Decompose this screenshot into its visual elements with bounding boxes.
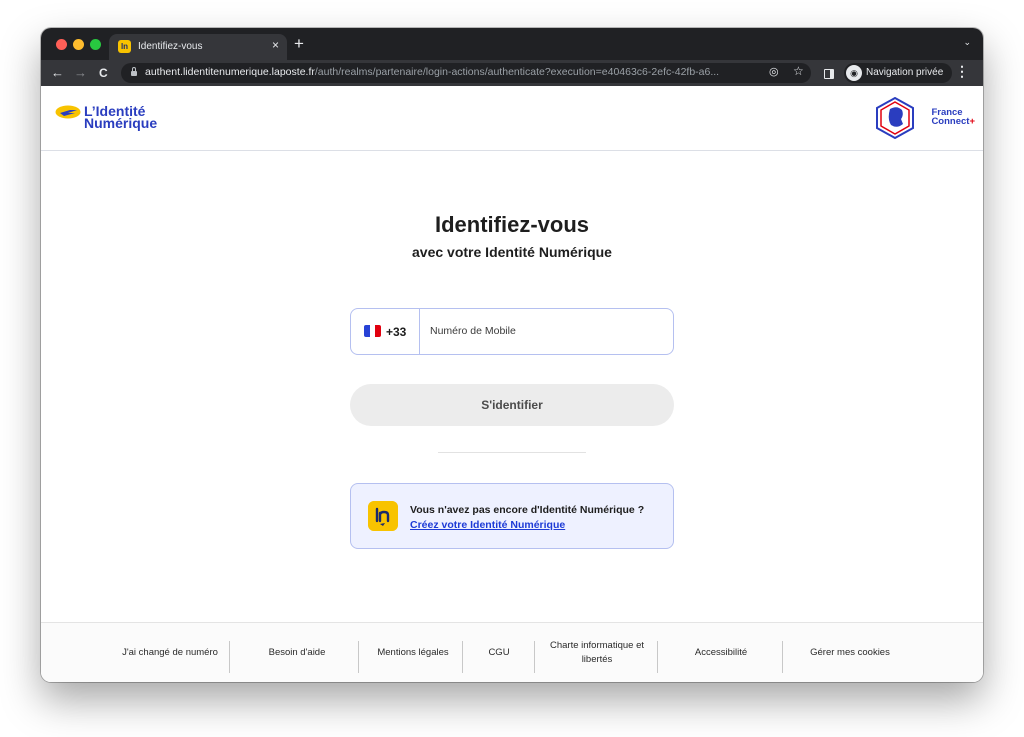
footer-link-changed-number[interactable]: J'ai changé de numéro [111, 623, 229, 682]
address-bar[interactable]: authent.lidentitenumerique.laposte.fr/au… [121, 63, 811, 83]
identite-numerique-app-icon [368, 501, 398, 531]
brand-name[interactable]: L’Identité Numérique [84, 104, 158, 131]
phone-field: +33 [350, 308, 674, 355]
url-text[interactable]: authent.lidentitenumerique.laposte.fr/au… [145, 66, 757, 78]
forward-arrow-icon[interactable]: → [74, 64, 87, 82]
maximize-window-button[interactable] [90, 39, 101, 50]
create-identity-link[interactable]: Créez votre Identité Numérique [410, 519, 565, 531]
web-page: L’Identité Numérique France Connect+ Ide… [41, 86, 983, 682]
footer-separator [229, 641, 230, 673]
side-panel-icon[interactable] [824, 69, 834, 79]
url-path: /auth/realms/partenaire/login-actions/au… [314, 66, 720, 78]
mobile-number-input[interactable] [420, 309, 670, 352]
footer-link-cgu[interactable]: CGU [463, 623, 535, 682]
browser-menu-icon[interactable]: ⋮ [955, 63, 969, 80]
footer-link-help[interactable]: Besoin d'aide [231, 623, 363, 682]
close-tab-icon[interactable]: × [272, 38, 279, 52]
incognito-indicator[interactable]: ◉ Navigation privée [844, 63, 952, 83]
tab-search-chevron-icon[interactable]: ⌄ [963, 37, 971, 48]
signup-card: Vous n'avez pas encore d'Identité Numéri… [350, 483, 674, 549]
browser-tab[interactable]: ln Identifiez-vous × [109, 34, 287, 60]
incognito-label: Navigation privée [866, 67, 944, 78]
site-header: L’Identité Numérique France Connect+ [41, 86, 983, 151]
dial-code: +33 [386, 325, 407, 339]
fc-line-2: Connect+ [931, 116, 975, 127]
franceconnect-logo-icon[interactable] [875, 97, 915, 139]
card-title: Vous n'avez pas encore d'Identité Numéri… [410, 504, 645, 516]
footer-link-charter[interactable]: Charte informatique et libertés [535, 623, 659, 682]
divider [438, 452, 586, 453]
url-host: authent.lidentitenumerique.laposte.fr [145, 66, 315, 78]
footer-link-accessibility[interactable]: Accessibilité [659, 623, 783, 682]
site-footer: J'ai changé de numéro Besoin d'aide Ment… [41, 622, 983, 682]
footer-link-cookies[interactable]: Gérer mes cookies [783, 623, 917, 682]
france-flag-icon [364, 325, 381, 337]
franceconnect-label: France Connect+ [931, 108, 975, 127]
fc-plus: + [969, 116, 975, 127]
brand-line-2: Numérique [84, 115, 158, 131]
page-subtitle: avec votre Identité Numérique [412, 244, 612, 260]
new-tab-button[interactable]: + [294, 34, 304, 54]
incognito-icon: ◉ [846, 65, 862, 81]
identify-button[interactable]: S'identifier [350, 384, 674, 426]
browser-window: ln Identifiez-vous × + ⌄ ← → C authent.l… [41, 28, 983, 682]
reload-icon[interactable]: C [99, 64, 108, 82]
site-favicon-icon: ln [118, 40, 131, 53]
bookmark-star-icon[interactable]: ☆ [793, 64, 804, 78]
eye-slash-icon[interactable]: ◎ [769, 65, 779, 78]
tab-title: Identifiez-vous [138, 41, 203, 52]
fc-connect: Connect [931, 116, 970, 127]
back-arrow-icon[interactable]: ← [51, 64, 64, 82]
tab-strip: ln Identifiez-vous × + ⌄ [41, 28, 983, 60]
browser-toolbar: ← → C authent.lidentitenumerique.laposte… [41, 60, 983, 86]
close-window-button[interactable] [56, 39, 67, 50]
laposte-bird-logo-icon[interactable] [55, 105, 81, 119]
country-code-select[interactable]: +33 [351, 309, 420, 354]
lock-icon[interactable] [131, 67, 137, 76]
footer-link-legal[interactable]: Mentions légales [359, 623, 467, 682]
footer-separator [657, 641, 658, 673]
minimize-window-button[interactable] [73, 39, 84, 50]
page-title: Identifiez-vous [434, 212, 589, 237]
